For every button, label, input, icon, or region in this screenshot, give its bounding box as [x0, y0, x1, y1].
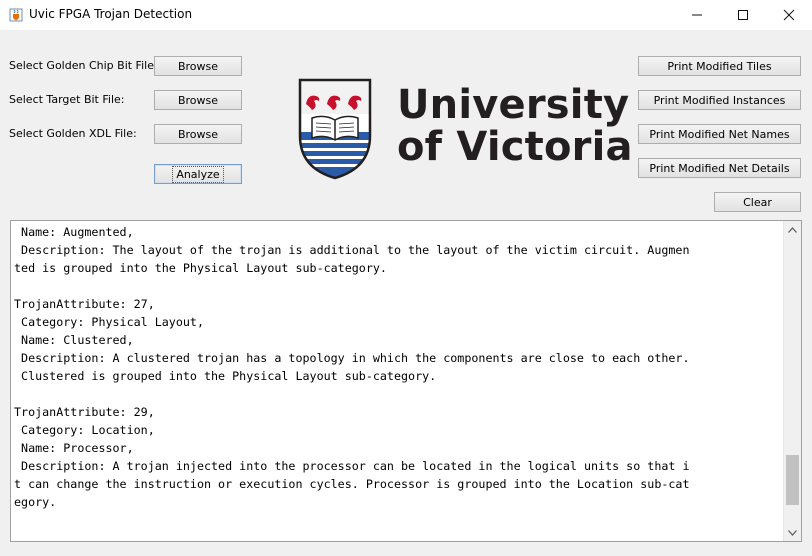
- minimize-icon: [692, 14, 702, 16]
- scroll-up-arrow[interactable]: [784, 221, 801, 238]
- vertical-scrollbar[interactable]: [783, 221, 801, 541]
- output-line: ted is grouped into the Physical Layout …: [14, 261, 387, 275]
- maximize-icon: [738, 10, 748, 20]
- output-line: TrojanAttribute: 29,: [14, 405, 155, 419]
- scroll-thumb[interactable]: [786, 455, 799, 506]
- output-line: Category: Location,: [14, 423, 155, 437]
- logo-wordmark-line1: University: [397, 82, 630, 128]
- print-modified-tiles-label: Print Modified Tiles: [667, 59, 772, 73]
- clear-button[interactable]: Clear: [714, 192, 801, 212]
- chevron-down-icon: [788, 529, 797, 536]
- logo-wordmark-line2: of Victoria: [397, 124, 633, 170]
- output-line: Name: Processor,: [14, 441, 134, 455]
- minimize-button[interactable]: [674, 0, 720, 30]
- maximize-button[interactable]: [720, 0, 766, 30]
- print-modified-net-details-button[interactable]: Print Modified Net Details: [638, 158, 801, 178]
- output-text-area[interactable]: Name: Augmented, Description: The layout…: [10, 220, 802, 542]
- golden-xdl-file-label: Select Golden XDL File:: [9, 127, 137, 140]
- close-icon: [783, 9, 795, 21]
- chevron-up-icon: [788, 226, 797, 233]
- analyze-label: Analyze: [172, 165, 224, 183]
- output-line: egory.: [14, 495, 57, 509]
- browse-golden-xdl-button[interactable]: Browse: [154, 124, 242, 144]
- output-text: Name: Augmented, Description: The layout…: [14, 223, 784, 511]
- title-bar: Uvic FPGA Trojan Detection: [0, 0, 812, 30]
- print-modified-instances-button[interactable]: Print Modified Instances: [638, 90, 801, 110]
- browse-golden-chip-label: Browse: [177, 59, 219, 73]
- java-cup-icon: [9, 8, 23, 22]
- output-line: Category: Physical Layout,: [14, 315, 204, 329]
- output-line: Name: Clustered,: [14, 333, 134, 347]
- analyze-button[interactable]: Analyze: [154, 164, 242, 184]
- golden-chip-bit-file-label: Select Golden Chip Bit File:: [9, 59, 158, 72]
- clear-label: Clear: [743, 195, 772, 209]
- print-modified-tiles-button[interactable]: Print Modified Tiles: [638, 56, 801, 76]
- close-button[interactable]: [766, 0, 812, 30]
- output-line: Clustered is grouped into the Physical L…: [14, 369, 437, 383]
- browse-target-bit-label: Browse: [177, 93, 219, 107]
- output-line: Description: A clustered trojan has a to…: [14, 351, 690, 365]
- print-modified-net-names-label: Print Modified Net Names: [649, 127, 790, 141]
- output-line: t can change the instruction or executio…: [14, 477, 690, 491]
- print-modified-instances-label: Print Modified Instances: [653, 93, 786, 107]
- output-line: TrojanAttribute: 27,: [14, 297, 155, 311]
- target-bit-file-label: Select Target Bit File:: [9, 93, 125, 106]
- scroll-down-arrow[interactable]: [784, 524, 801, 541]
- output-line: Description: The layout of the trojan is…: [14, 243, 690, 257]
- print-modified-net-details-label: Print Modified Net Details: [649, 161, 790, 175]
- browse-golden-xdl-label: Browse: [177, 127, 219, 141]
- output-line: Description: A trojan injected into the …: [14, 459, 690, 473]
- window-title: Uvic FPGA Trojan Detection: [29, 7, 193, 21]
- output-line: Name: Augmented,: [14, 225, 134, 239]
- print-modified-net-names-button[interactable]: Print Modified Net Names: [638, 124, 801, 144]
- browse-golden-chip-button[interactable]: Browse: [154, 56, 242, 76]
- browse-target-bit-button[interactable]: Browse: [154, 90, 242, 110]
